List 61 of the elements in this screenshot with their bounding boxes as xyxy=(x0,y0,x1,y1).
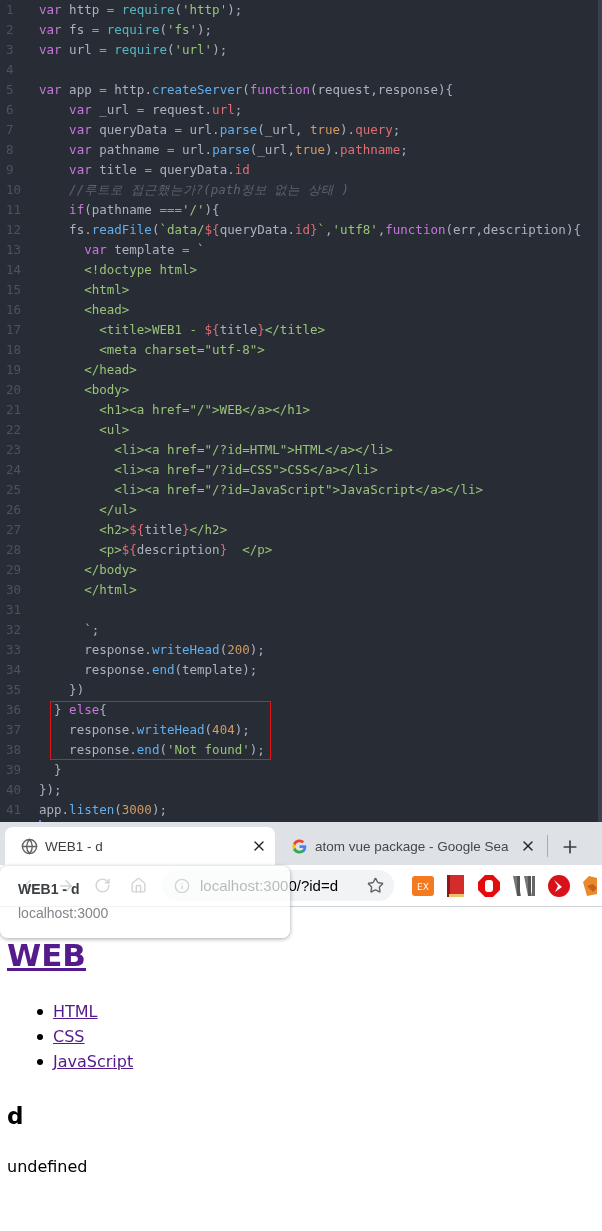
book-icon[interactable] xyxy=(447,874,465,897)
site-heading-link[interactable]: WEB xyxy=(7,937,86,973)
bullet-icon xyxy=(37,1059,43,1065)
code-line: `; xyxy=(83,621,100,639)
code-line: //루트로 접근했는가?(path정보 없는 상태 ) xyxy=(68,181,349,199)
code-line: }); xyxy=(39,781,62,799)
nav-link[interactable]: CSS xyxy=(53,1027,85,1047)
code-line: app.listen(3000); xyxy=(39,801,167,819)
code-line: </head> xyxy=(83,361,137,379)
code-line: <li><a href="/?id=HTML">HTML</a></li> xyxy=(113,441,393,459)
extension-icon[interactable] xyxy=(548,874,570,897)
code-line: var http = require('http'); xyxy=(39,1,243,19)
code-line: var app = http.createServer(function(request,response){ xyxy=(39,81,453,99)
bullet-icon xyxy=(37,1034,43,1040)
stop-hand-icon[interactable] xyxy=(478,874,500,897)
google-icon xyxy=(291,837,308,855)
code-line: fs.readFile(`data/${queryData.id}`,'utf8',function(err,description){ xyxy=(68,221,581,239)
browser-tab[interactable]: WEB1 - d xyxy=(5,827,275,865)
code-line: <body> xyxy=(83,381,130,399)
code-line: response.writeHead(200); xyxy=(83,641,265,659)
code-line: <h2>${title}</h2> xyxy=(98,521,228,539)
code-line: <head> xyxy=(83,301,130,319)
extension-icon[interactable] xyxy=(513,875,535,896)
code-line: <html> xyxy=(83,281,130,299)
fox-icon[interactable] xyxy=(583,875,597,896)
globe-icon xyxy=(21,837,38,855)
code-line: response.writeHead(404); xyxy=(68,721,250,739)
card-title: WEB1 - d xyxy=(18,881,80,897)
code-line: var title = queryData.id xyxy=(68,161,250,179)
browser-tab[interactable]: atom vue package - Google Sea xyxy=(275,827,545,865)
code-line: var pathname = url.parse(_url,true).pathname; xyxy=(68,141,408,159)
code-line: <p>${description} </p> xyxy=(98,541,273,559)
code-line: } xyxy=(53,761,62,779)
code-line: <meta charset="utf-8"> xyxy=(98,341,265,359)
code-line: <ul> xyxy=(98,421,130,439)
card-url: localhost:3000 xyxy=(18,905,109,921)
code-line: </ul> xyxy=(98,501,137,519)
nav-link[interactable]: HTML xyxy=(53,1002,98,1022)
code-line: <h1><a href="/">WEB</a></h1> xyxy=(98,401,310,419)
code-line: response.end('Not found'); xyxy=(68,741,265,759)
description-text: undefined xyxy=(7,1157,88,1176)
code-line: </body> xyxy=(83,561,137,579)
code-line: } else{ xyxy=(53,701,107,719)
code-line: if(pathname ==='/'){ xyxy=(68,201,220,219)
code-line: var url = require('url'); xyxy=(39,41,228,59)
code-line: <title>WEB1 - ${title}</title> xyxy=(98,321,326,339)
code-line: <li><a href="/?id=JavaScript">JavaScript</a></li> xyxy=(113,481,483,499)
code-line: var template = ` xyxy=(83,241,205,259)
page-title: d xyxy=(7,1103,24,1129)
code-line: <li><a href="/?id=CSS">CSS</a></li> xyxy=(113,461,378,479)
nav-link[interactable]: JavaScript xyxy=(53,1052,134,1072)
code-line: <!doctype html> xyxy=(83,261,198,279)
code-line: </html> xyxy=(83,581,137,599)
code-line: response.end(template); xyxy=(83,661,258,679)
code-line: }) xyxy=(68,681,85,699)
code-line: var _url = request.url; xyxy=(68,101,243,119)
text-cursor xyxy=(39,820,41,824)
code-line: var fs = require('fs'); xyxy=(39,21,213,39)
code-line: var queryData = url.parse(_url, true).query; xyxy=(68,121,401,139)
bullet-icon xyxy=(37,1009,43,1015)
bookmark-star-icon[interactable] xyxy=(367,877,384,894)
